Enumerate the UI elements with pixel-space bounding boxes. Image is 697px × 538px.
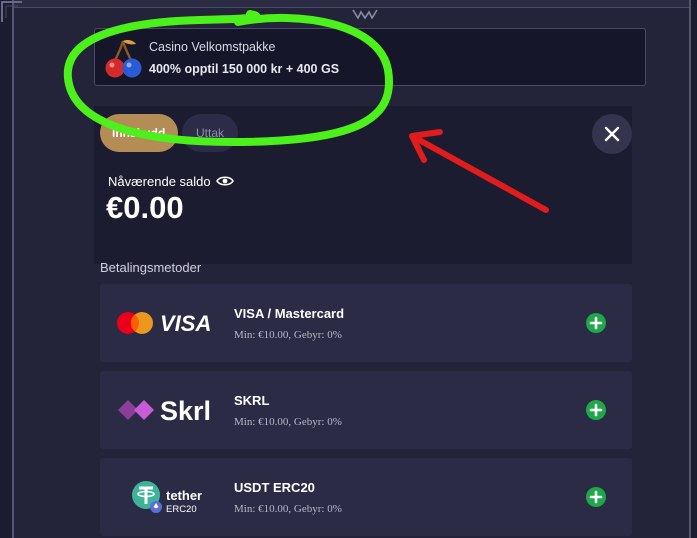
visa-mastercard-logo-icon: VISA [117,311,211,336]
frame-top-border [0,0,697,8]
add-icon[interactable] [586,400,606,420]
close-button[interactable] [592,114,632,154]
method-meta: Min: €10.00, Gebyr: 0% [234,503,342,515]
payment-method-usdt[interactable]: tether ERC20 USDT ERC20 Min: €10.00, Geb… [100,458,632,536]
method-name: VISA / Mastercard [234,306,345,321]
add-icon[interactable] [586,487,606,507]
welcome-promo-banner[interactable]: Casino Velkomstpakke 400% opptil 150 000… [94,28,646,86]
tab-withdraw[interactable]: Uttak [182,114,238,152]
balance-value: €0.00 [106,190,184,225]
visa-logo-text: VISA [160,311,211,336]
erc20-logo-text: ERC20 [166,504,197,515]
cherries-icon [105,40,142,78]
corner-ornament-icon [1,1,22,22]
method-name: USDT ERC20 [234,480,315,495]
tab-deposit[interactable]: Innskudd [100,114,178,152]
skrill-logo-icon: Skrl [118,396,211,426]
promo-description: 400% opptil 150 000 kr + 400 GS [149,62,340,76]
balance-label: Nåværende saldo [108,174,211,189]
method-name: SKRL [234,393,270,408]
tether-logo-icon: tether ERC20 [132,481,202,515]
eye-icon[interactable] [216,174,234,188]
frame-left-border [0,0,14,538]
payment-method-visa[interactable]: VISA VISA / Mastercard Min: €10.00, Geby… [100,284,632,362]
frame-right-border [689,0,697,538]
method-meta: Min: €10.00, Gebyr: 0% [234,416,342,428]
promo-title: Casino Velkomstpakke [149,40,276,54]
skrl-logo-text: Skrl [160,396,211,426]
payment-method-skrl[interactable]: Skrl SKRL Min: €10.00, Gebyr: 0% [100,371,632,449]
cashier-content: Casino Velkomstpakke 400% opptil 150 000… [94,28,646,538]
method-meta: Min: €10.00, Gebyr: 0% [234,329,342,341]
payment-methods-label: Betalingsmetoder [100,260,202,275]
balance-panel: Innskudd Uttak Nåværende saldo €0.00 [94,106,632,264]
close-icon [604,126,620,142]
tether-logo-text: tether [166,488,202,503]
crown-ornament-icon [352,9,378,20]
add-icon[interactable] [586,313,606,333]
